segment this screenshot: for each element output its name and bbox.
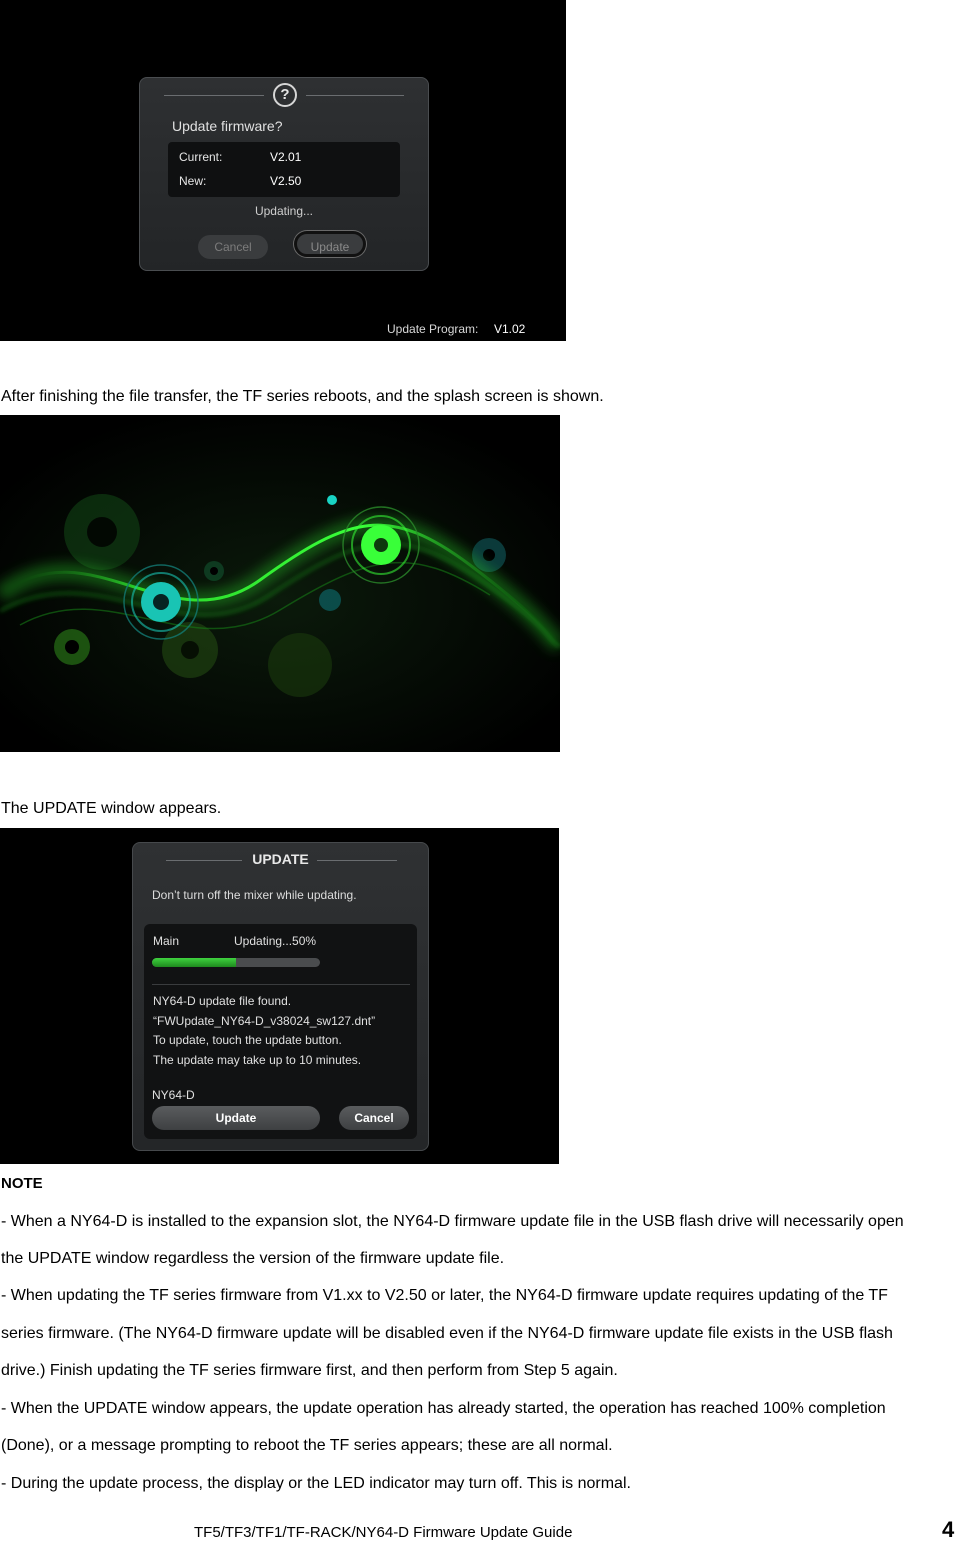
bg-ring-6-hole — [65, 640, 79, 654]
splash-artwork — [0, 415, 560, 752]
new-label: New: — [179, 174, 207, 188]
message-line: NY64-D update file found. — [153, 994, 292, 1008]
warning-text: Don’t turn off the mixer while updating. — [152, 888, 357, 902]
header-divider-right — [306, 95, 404, 96]
teal-dot — [327, 495, 337, 505]
panel-divider — [152, 984, 410, 985]
question-icon: ? — [273, 83, 297, 107]
update-window-title: UPDATE — [252, 851, 309, 867]
version-box: Current: V2.01 New: V2.50 — [168, 142, 400, 197]
note-line: the UPDATE window regardless the version… — [1, 1250, 505, 1267]
cancel-button[interactable]: Cancel — [339, 1106, 409, 1130]
bg-ring-3 — [268, 633, 332, 697]
update-button[interactable]: Update — [152, 1106, 320, 1130]
note-line: (Done), or a message prompting to reboot… — [1, 1437, 613, 1454]
message-line: The update may take up to 10 minutes. — [153, 1053, 362, 1067]
caption-reboot: After finishing the file transfer, the T… — [1, 388, 604, 405]
note-line: series firmware. (The NY64-D firmware up… — [1, 1325, 893, 1342]
bg-ring-1-hole — [87, 517, 117, 547]
update-firmware-dialog: ? Update firmware? Current: V2.01 New: V… — [139, 77, 429, 271]
main-label: Main — [153, 934, 180, 948]
title-divider-right — [317, 860, 397, 861]
dialog-title: Update firmware? — [172, 118, 283, 134]
note-line: - During the update process, the display… — [1, 1475, 631, 1492]
update-program-version: V1.02 — [494, 322, 526, 336]
update-status-panel: Main Updating...50% NY64-D update file f… — [144, 924, 417, 1139]
caption-update-window: The UPDATE window appears. — [1, 800, 222, 817]
update-window-screenshot: UPDATE Don’t turn off the mixer while up… — [0, 828, 559, 1164]
bg-ring-2-hole — [181, 641, 199, 659]
updating-status: Updating... — [254, 204, 314, 218]
device-label: NY64-D — [152, 1088, 195, 1102]
bg-ring-5-hole — [483, 549, 495, 561]
update-window: UPDATE Don’t turn off the mixer while up… — [132, 842, 429, 1151]
note-heading: NOTE — [1, 1175, 43, 1192]
footer-title: TF5/TF3/TF1/TF-RACK/NY64-D Firmware Upda… — [194, 1524, 573, 1541]
note-line: - When a NY64-D is installed to the expa… — [1, 1213, 904, 1230]
message-line: “FWUpdate_NY64-D_v38024_sw127.dnt” — [153, 1014, 376, 1028]
cancel-button[interactable]: Cancel — [198, 235, 268, 259]
header-divider-left — [164, 95, 264, 96]
update-program-label: Update Program: — [387, 322, 479, 336]
new-version: V2.50 — [270, 174, 302, 188]
note-line: drive.) Finish updating the TF series fi… — [1, 1362, 618, 1379]
main-status: Updating...50% — [234, 934, 317, 948]
progress-fill — [152, 958, 236, 967]
splash-background — [0, 415, 560, 752]
bg-dot-teal — [319, 589, 341, 611]
current-version: V2.01 — [270, 150, 302, 164]
current-label: Current: — [179, 150, 223, 164]
note-line: - When updating the TF series firmware f… — [1, 1287, 888, 1304]
note-line: - When the UPDATE window appears, the up… — [1, 1400, 886, 1417]
update-button[interactable]: Update — [294, 231, 366, 257]
firmware-dialog-screenshot: ? Update firmware? Current: V2.01 New: V… — [0, 0, 566, 341]
splash-screen-screenshot — [0, 415, 560, 752]
message-line: To update, touch the update button. — [153, 1033, 342, 1047]
page-number: 4 — [942, 1517, 955, 1542]
bg-ring-4-hole — [210, 567, 218, 575]
progress-bar — [152, 958, 320, 967]
